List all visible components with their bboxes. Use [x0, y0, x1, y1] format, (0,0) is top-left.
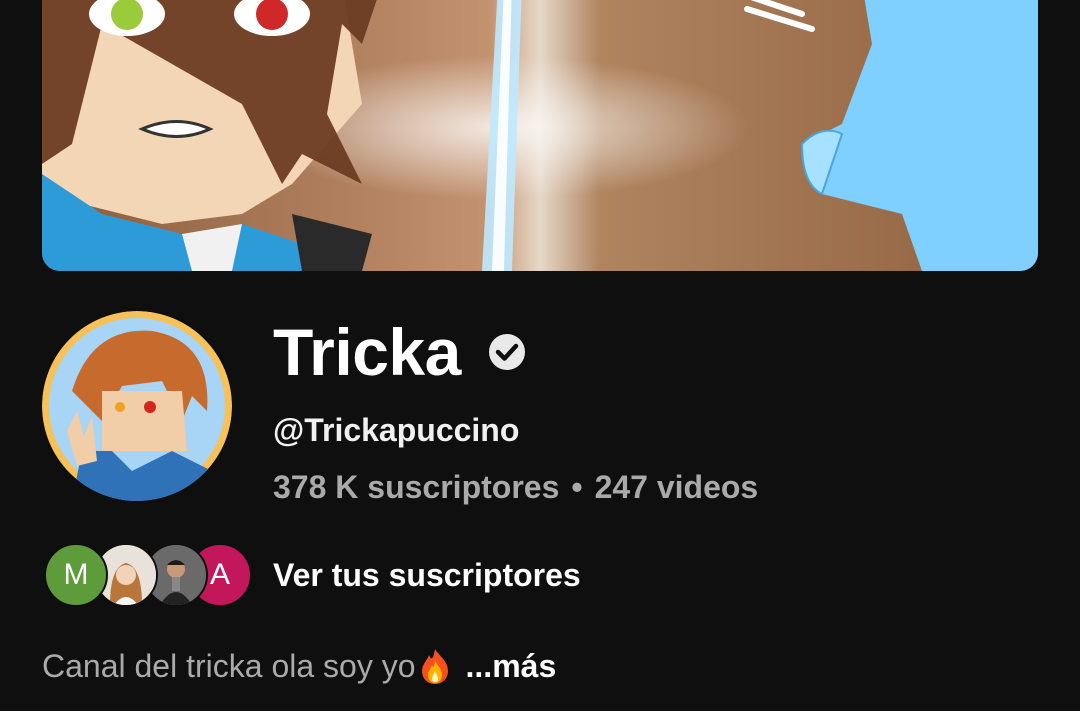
view-subscribers-row[interactable]: M A Ver tus suscriptores — [44, 543, 581, 607]
subscriber-avatar: M — [44, 543, 108, 607]
channel-banner[interactable] — [42, 0, 1038, 271]
channel-name: Tricka — [273, 315, 461, 389]
avatar-letter: A — [209, 558, 230, 591]
view-subscribers-link[interactable]: Ver tus suscriptores — [273, 557, 581, 594]
banner-artwork — [42, 0, 1038, 271]
channel-title-row: Tricka — [273, 312, 527, 392]
verified-badge-icon — [487, 332, 527, 372]
channel-avatar[interactable] — [42, 311, 232, 501]
subscriber-count: 378 K suscriptores — [273, 469, 560, 505]
video-count: 247 videos — [594, 469, 759, 505]
avatar-artwork — [42, 311, 232, 501]
subscriber-avatars: M A — [44, 543, 252, 607]
channel-handle: @Trickapuccino — [273, 412, 520, 448]
description-text: Canal del tricka ola soy yo — [42, 648, 416, 684]
channel-description[interactable]: Canal del tricka ola soy yo ...más — [42, 644, 556, 688]
stats-separator: • — [571, 469, 583, 505]
more-button[interactable]: ...más — [466, 644, 557, 688]
fire-icon — [418, 647, 452, 685]
avatar-letter: M — [63, 558, 89, 591]
channel-stats: 378 K suscriptores • 247 videos — [273, 465, 758, 509]
channel-page: Tricka @Trickapuccino 378 K suscriptores… — [0, 0, 1080, 711]
